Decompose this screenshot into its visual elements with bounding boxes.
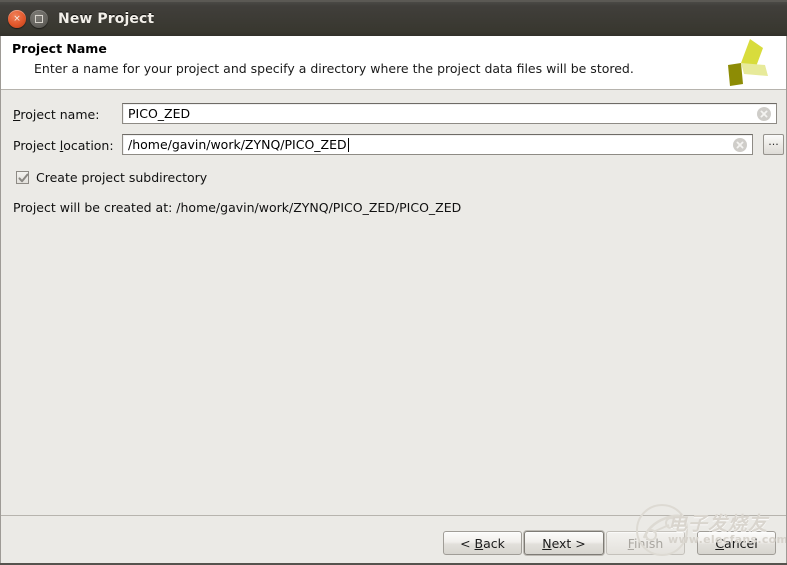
- back-button[interactable]: < Back: [443, 531, 522, 555]
- window-edge-left: [0, 36, 1, 565]
- window-title: New Project: [58, 11, 155, 27]
- finish-button: Finish: [606, 531, 685, 555]
- page-title: Project Name: [12, 41, 107, 56]
- text-caret: [347, 137, 349, 152]
- new-project-dialog: × New Project Project Name Enter a name …: [0, 0, 787, 565]
- close-glyph: ×: [13, 13, 21, 24]
- window-titlebar[interactable]: × New Project: [0, 0, 787, 36]
- screen: × New Project Project Name Enter a name …: [0, 0, 787, 565]
- cancel-button[interactable]: Cancel: [697, 531, 776, 555]
- project-name-input[interactable]: PICO_ZED: [122, 103, 777, 124]
- dialog-body: Project name: PICO_ZED Project location:…: [1, 90, 786, 515]
- page-description: Enter a name for your project and specif…: [34, 61, 634, 76]
- dialog-header: Project Name Enter a name for your proje…: [1, 36, 786, 90]
- browse-button[interactable]: ...: [763, 134, 784, 155]
- next-button-label: Next >: [542, 535, 586, 551]
- close-icon[interactable]: ×: [8, 10, 26, 28]
- project-name-row: Project name:: [13, 103, 99, 125]
- project-name-label: Project name:: [13, 106, 100, 122]
- back-button-label: < Back: [460, 535, 505, 551]
- clear-icon[interactable]: [733, 137, 747, 152]
- create-subdirectory-label: Create project subdirectory: [36, 169, 208, 185]
- clear-icon[interactable]: [757, 106, 771, 121]
- maximize-square-glyph: [35, 15, 43, 23]
- next-button[interactable]: Next >: [524, 531, 604, 555]
- create-subdirectory-row[interactable]: Create project subdirectory: [16, 166, 207, 188]
- project-name-value: PICO_ZED: [128, 106, 191, 121]
- maximize-icon[interactable]: [30, 10, 48, 28]
- xilinx-vivado-logo-icon: [710, 38, 772, 88]
- project-location-value: /home/gavin/work/ZYNQ/PICO_ZED: [128, 137, 347, 152]
- project-location-input[interactable]: /home/gavin/work/ZYNQ/PICO_ZED: [122, 134, 753, 155]
- project-location-label: Project location:: [13, 137, 114, 153]
- cancel-button-label: Cancel: [715, 535, 758, 551]
- finish-button-label: Finish: [627, 535, 664, 551]
- project-location-row: Project location:: [13, 134, 114, 156]
- project-path-status: Project will be created at: /home/gavin/…: [13, 200, 462, 215]
- create-subdirectory-checkbox[interactable]: [16, 170, 29, 184]
